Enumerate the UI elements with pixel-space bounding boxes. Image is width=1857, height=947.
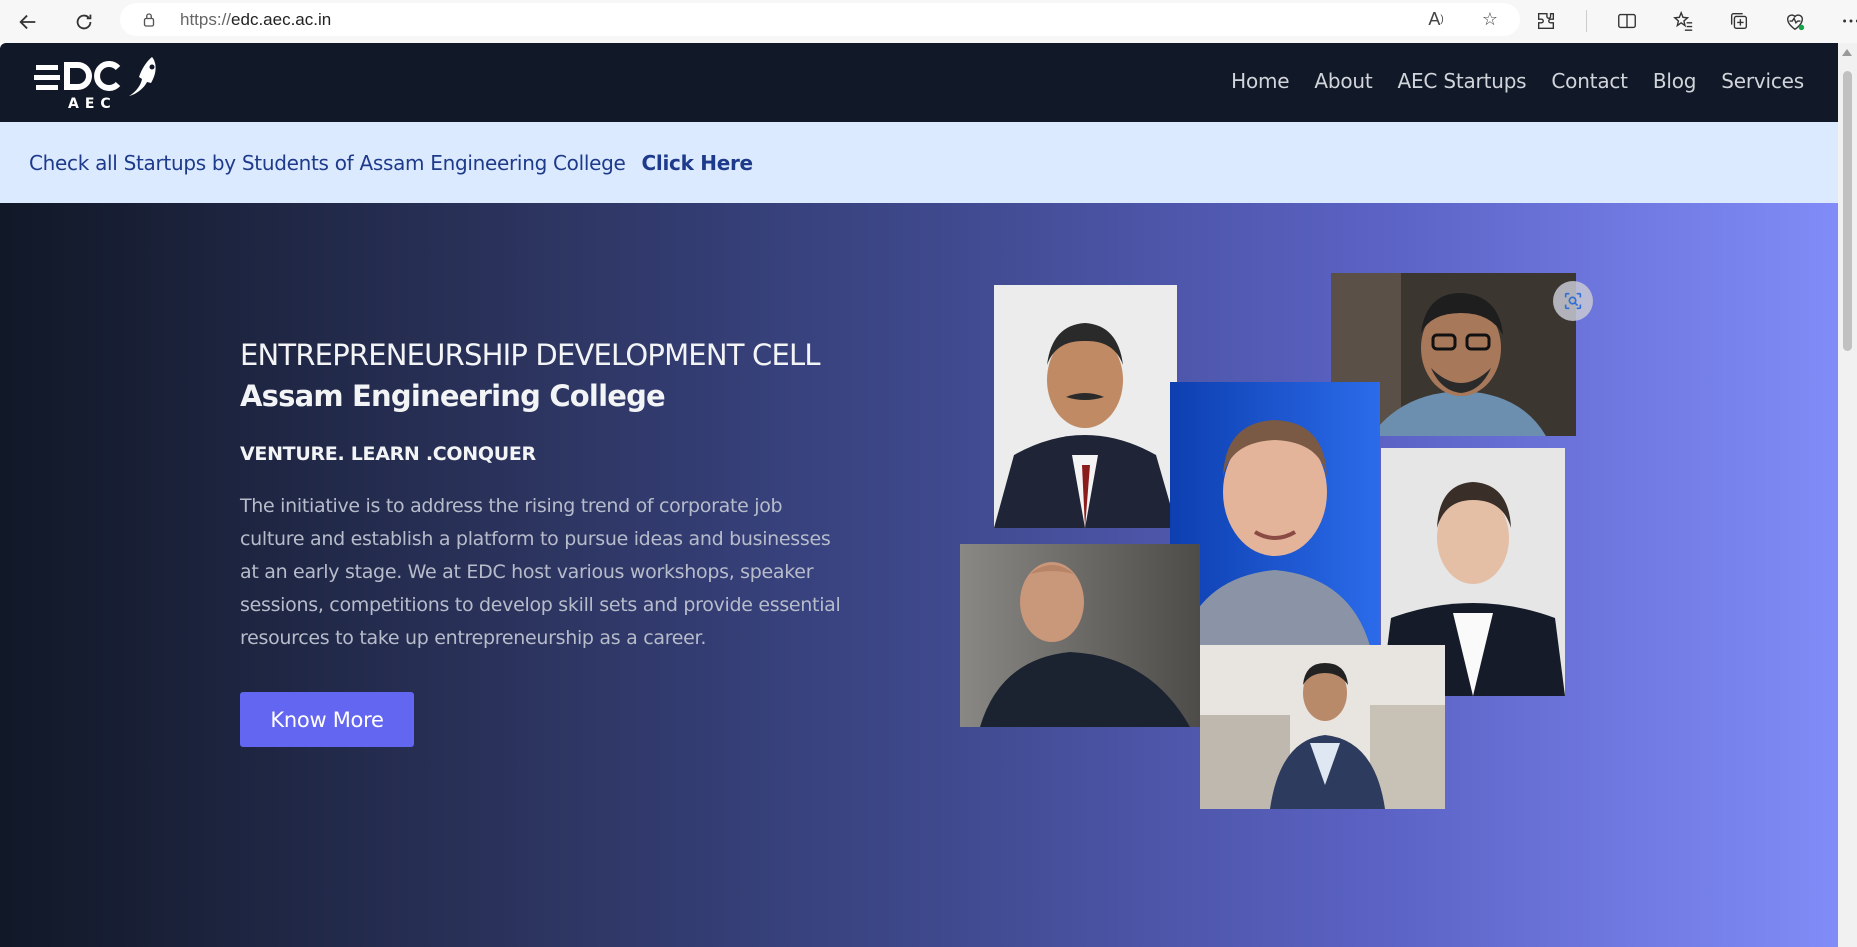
nav-aec-startups[interactable]: AEC Startups (1398, 69, 1527, 93)
nav-home[interactable]: Home (1231, 69, 1289, 93)
page-scrollbar[interactable] (1838, 43, 1857, 947)
lock-icon (143, 12, 155, 27)
site-navbar: AEC Home About AEC Startups Contact Blog… (0, 43, 1838, 122)
announcement-bar: Check all Startups by Students of Assam … (0, 122, 1838, 203)
browser-toolbar: https://edc.aec.ac.in A) ☆ (0, 0, 1857, 43)
hero-tagline: VENTURE. LEARN .CONQUER (240, 443, 536, 465)
back-button[interactable] (0, 0, 56, 43)
nav-blog[interactable]: Blog (1653, 69, 1697, 93)
more-menu-icon[interactable] (1835, 6, 1857, 36)
url-text: https://edc.aec.ac.in (180, 9, 332, 29)
hero-title-line2: Assam Engineering College (240, 379, 666, 413)
hero-title-line1: ENTREPRENEURSHIP DEVELOPMENT CELL (240, 338, 821, 372)
announcement-message: Check all Startups by Students of Assam … (29, 150, 626, 175)
back-arrow-icon (19, 14, 36, 29)
photo-portrait-1 (994, 285, 1177, 528)
hero-description: The initiative is to address the rising … (240, 495, 841, 649)
address-bar[interactable]: https://edc.aec.ac.in A) ☆ (120, 3, 1520, 36)
hero-section: ENTREPRENEURSHIP DEVELOPMENT CELL Assam … (0, 203, 1838, 947)
announcement-click-here-link[interactable]: Click Here (642, 151, 754, 175)
reload-button[interactable] (56, 0, 112, 43)
read-aloud-icon[interactable]: A) (1424, 7, 1448, 31)
main-nav: Home About AEC Startups Contact Blog Ser… (1231, 69, 1804, 93)
edc-logo[interactable]: AEC (34, 55, 164, 113)
split-screen-icon[interactable] (1611, 6, 1643, 36)
collections-icon[interactable] (1723, 6, 1755, 36)
photo-portrait-5 (960, 544, 1200, 727)
scroll-thumb[interactable] (1843, 71, 1852, 351)
favorites-icon[interactable] (1667, 6, 1699, 36)
know-more-button[interactable]: Know More (240, 692, 414, 747)
nav-services[interactable]: Services (1721, 69, 1804, 93)
reload-icon (76, 14, 92, 29)
visual-search-icon (1564, 292, 1582, 310)
nav-about[interactable]: About (1314, 69, 1372, 93)
browser-essentials-icon[interactable] (1779, 6, 1811, 36)
visual-search-button[interactable] (1553, 281, 1593, 321)
photo-portrait-6 (1200, 645, 1445, 809)
favorite-star-icon[interactable]: ☆ (1478, 7, 1502, 31)
nav-contact[interactable]: Contact (1551, 69, 1628, 93)
scroll-up-arrow-icon[interactable] (1842, 49, 1852, 56)
svg-text:AEC: AEC (68, 96, 117, 112)
photo-portrait-3 (1170, 382, 1380, 646)
extensions-icon[interactable] (1530, 6, 1562, 36)
hero-title: ENTREPRENEURSHIP DEVELOPMENT CELL Assam … (240, 335, 821, 417)
